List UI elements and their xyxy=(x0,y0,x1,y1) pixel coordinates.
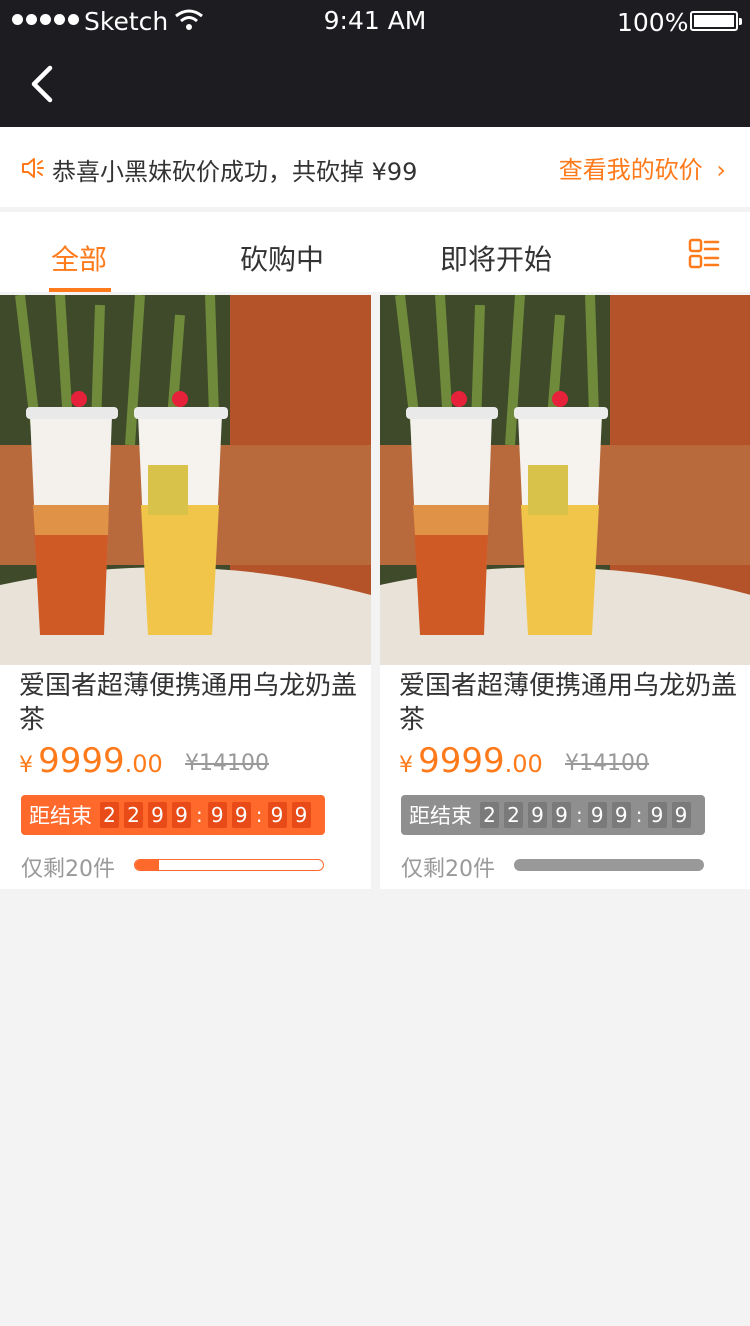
countdown-digit: 9 xyxy=(647,802,667,828)
speaker-icon xyxy=(22,158,44,178)
countdown-digit: 9 xyxy=(587,802,607,828)
countdown-digit: 9 xyxy=(291,802,311,828)
countdown-digit: 9 xyxy=(671,802,691,828)
tab-upcoming[interactable]: 即将开始 xyxy=(440,238,552,278)
countdown-timer: 距结束 2 2 9 9 : 9 9 : 9 9 xyxy=(401,795,705,835)
countdown-digit: 2 xyxy=(124,802,143,828)
status-bar: Sketch 9:41 AM 100% xyxy=(0,0,750,44)
original-price: ¥14100 xyxy=(565,751,649,776)
countdown-digit: 2 xyxy=(480,802,499,828)
top-bar: Sketch 9:41 AM 100% xyxy=(0,0,750,127)
stock-progress-bar xyxy=(514,859,704,871)
countdown-separator: : xyxy=(196,803,203,827)
countdown-digit: 9 xyxy=(172,802,191,828)
product-image xyxy=(380,295,750,665)
countdown-digit: 9 xyxy=(552,802,571,828)
product-title: 爱国者超薄便携通用乌龙奶盖茶 xyxy=(399,671,738,735)
countdown-timer: 距结束 2 2 9 9 : 9 9 : 9 9 xyxy=(21,795,325,835)
price-decimal: .00 xyxy=(124,750,163,778)
countdown-separator: : xyxy=(576,803,583,827)
currency-symbol: ¥ xyxy=(19,753,33,778)
battery-icon xyxy=(690,11,742,31)
tab-all[interactable]: 全部 xyxy=(51,238,107,278)
countdown-digit: 9 xyxy=(231,802,251,828)
countdown-digit: 9 xyxy=(267,802,287,828)
tab-active-indicator xyxy=(49,288,111,292)
countdown-digit: 9 xyxy=(528,802,547,828)
countdown-digit: 2 xyxy=(504,802,523,828)
stock-progress-fill xyxy=(135,860,160,870)
product-image xyxy=(0,295,371,665)
product-card[interactable]: 爱国者超薄便携通用乌龙奶盖茶 ¥ 9999.00 ¥14100 距结束 2 2 … xyxy=(0,295,371,889)
countdown-digit: 2 xyxy=(100,802,119,828)
stock-progress-bar xyxy=(134,859,324,871)
countdown-digit: 9 xyxy=(611,802,631,828)
product-title: 爱国者超薄便携通用乌龙奶盖茶 xyxy=(19,671,358,735)
original-price: ¥14100 xyxy=(185,751,269,776)
tab-bar xyxy=(0,212,750,292)
countdown-label: 距结束 xyxy=(29,804,92,828)
product-card[interactable]: 爱国者超薄便携通用乌龙奶盖茶 ¥ 9999.00 ¥14100 距结束 2 2 … xyxy=(380,295,750,889)
battery-percent: 100% xyxy=(617,8,689,37)
back-icon[interactable] xyxy=(28,62,58,106)
countdown-digit: 9 xyxy=(148,802,167,828)
countdown-digit: 9 xyxy=(207,802,227,828)
chevron-right-icon: › xyxy=(716,156,726,184)
stock-remaining: 仅剩20件 xyxy=(21,857,115,882)
list-view-icon[interactable] xyxy=(688,238,720,270)
countdown-separator: : xyxy=(635,803,643,827)
my-bargain-link-label: 查看我的砍价 xyxy=(558,156,703,184)
tab-bargaining[interactable]: 砍购中 xyxy=(240,238,324,278)
price-integer: 9999 xyxy=(38,741,125,781)
current-price: ¥ 9999.00 xyxy=(399,741,543,781)
my-bargain-link[interactable]: 查看我的砍价 › xyxy=(559,150,726,185)
stock-remaining: 仅剩20件 xyxy=(401,857,495,882)
price-integer: 9999 xyxy=(418,741,505,781)
countdown-separator: : xyxy=(255,803,263,827)
countdown-label: 距结束 xyxy=(409,804,472,828)
notice-text: 恭喜小黑妹砍价成功，共砍掉 ¥99 xyxy=(52,158,418,186)
currency-symbol: ¥ xyxy=(399,753,413,778)
price-decimal: .00 xyxy=(504,750,543,778)
current-price: ¥ 9999.00 xyxy=(19,741,163,781)
